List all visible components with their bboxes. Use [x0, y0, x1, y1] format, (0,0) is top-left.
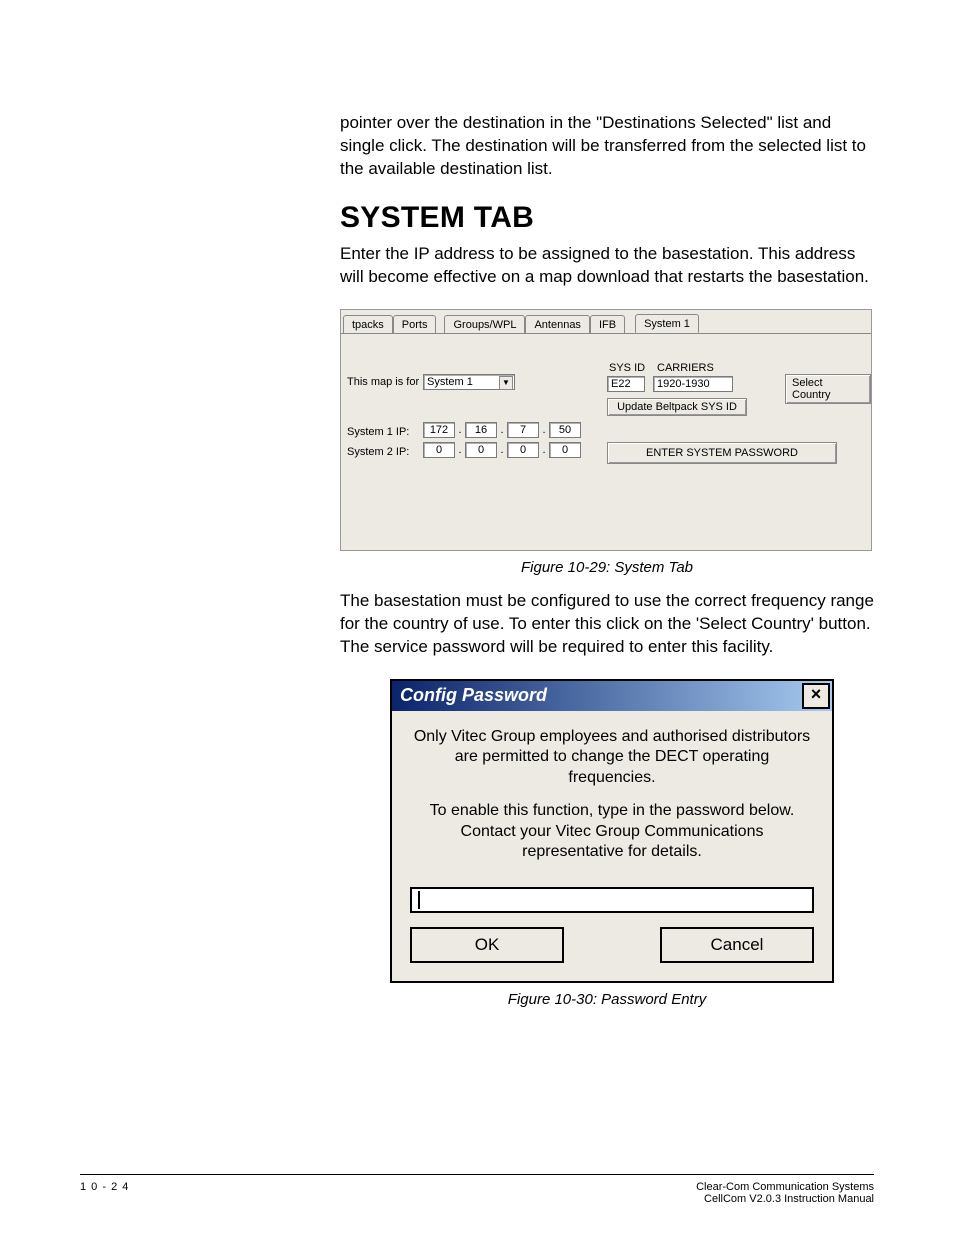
carriers-input[interactable]: 1920-1930: [653, 376, 733, 392]
figure-29-caption: Figure 10-29: System Tab: [340, 559, 874, 576]
section-heading: SYSTEM TAB: [340, 201, 874, 235]
tab-groups-wpl[interactable]: Groups/WPL: [444, 315, 525, 333]
dialog-title: Config Password: [400, 685, 547, 706]
tab-strip: tpacks Ports Groups/WPL Antennas IFB Sys…: [341, 310, 871, 332]
after-heading-paragraph: Enter the IP address to be assigned to t…: [340, 243, 874, 289]
sys1-ip-label: System 1 IP:: [347, 426, 409, 438]
tab-ifb[interactable]: IFB: [590, 315, 625, 333]
dialog-title-bar: Config Password ×: [392, 681, 832, 711]
sys2-ip-label: System 2 IP:: [347, 446, 409, 458]
dialog-message-2: To enable this function, type in the pas…: [412, 801, 812, 863]
sys2-ip-row: 0. 0. 0. 0: [423, 442, 581, 458]
sys2-ip-oct2[interactable]: 0: [465, 442, 497, 458]
carriers-label: CARRIERS: [657, 362, 714, 374]
enter-password-button[interactable]: ENTER SYSTEM PASSWORD: [607, 442, 837, 464]
sys1-ip-oct3[interactable]: 7: [507, 422, 539, 438]
sys1-ip-oct4[interactable]: 50: [549, 422, 581, 438]
footer-line2: CellCom V2.0.3 Instruction Manual: [696, 1193, 874, 1205]
sys2-ip-oct3[interactable]: 0: [507, 442, 539, 458]
chevron-down-icon[interactable]: ▼: [499, 376, 513, 390]
close-icon[interactable]: ×: [802, 683, 830, 709]
map-select[interactable]: System 1 ▼: [423, 374, 515, 390]
sys1-ip-row: 172. 16. 7. 50: [423, 422, 581, 438]
sys1-ip-oct2[interactable]: 16: [465, 422, 497, 438]
tab-antennas[interactable]: Antennas: [525, 315, 589, 333]
tab-ports[interactable]: Ports: [393, 315, 437, 333]
sys2-ip-oct4[interactable]: 0: [549, 442, 581, 458]
sys1-ip-oct1[interactable]: 172: [423, 422, 455, 438]
select-country-button[interactable]: Select Country: [785, 374, 871, 404]
figure-30-caption: Figure 10-30: Password Entry: [340, 991, 874, 1008]
password-input[interactable]: [410, 887, 813, 913]
tab-body: This map is for System 1 ▼ System 1 IP: …: [341, 333, 871, 550]
update-beltpack-button[interactable]: Update Beltpack SYS ID: [607, 398, 747, 416]
map-select-value: System 1: [427, 376, 473, 388]
sysid-input[interactable]: E22: [607, 376, 645, 392]
dialog-message-1: Only Vitec Group employees and authorise…: [412, 727, 812, 789]
mid-paragraph: The basestation must be configured to us…: [340, 590, 874, 659]
tab-tpacks[interactable]: tpacks: [343, 315, 393, 333]
cancel-button[interactable]: Cancel: [660, 927, 814, 963]
page-footer: 1 0 - 2 4 Clear-Com Communication System…: [80, 1174, 874, 1205]
ok-button[interactable]: OK: [410, 927, 564, 963]
footer-page-number: 1 0 - 2 4: [80, 1181, 129, 1205]
tab-system-1[interactable]: System 1: [635, 314, 699, 333]
map-label: This map is for: [347, 376, 419, 388]
dialog-body: Only Vitec Group employees and authorise…: [392, 711, 832, 880]
figure-system-tab: tpacks Ports Groups/WPL Antennas IFB Sys…: [340, 309, 872, 551]
sysid-label: SYS ID: [609, 362, 645, 374]
footer-line1: Clear-Com Communication Systems: [696, 1181, 874, 1193]
intro-paragraph: pointer over the destination in the "Des…: [340, 112, 874, 181]
config-password-dialog: Config Password × Only Vitec Group emplo…: [390, 679, 834, 984]
sys2-ip-oct1[interactable]: 0: [423, 442, 455, 458]
